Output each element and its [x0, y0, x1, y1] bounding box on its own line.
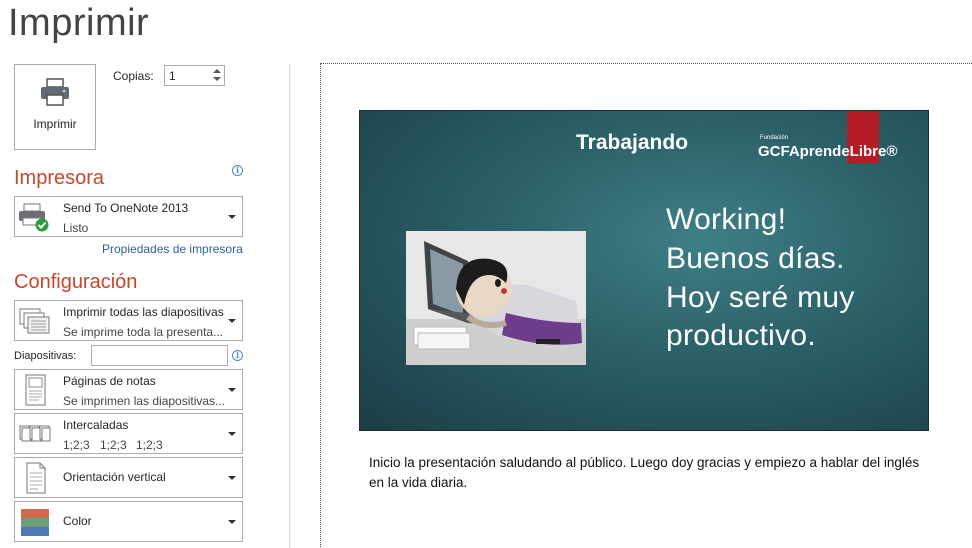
- chevron-down-icon: [228, 432, 236, 436]
- printer-properties-link[interactable]: Propiedades de impresora: [102, 242, 243, 256]
- slide-line-2: Buenos días.: [666, 242, 845, 275]
- slides-stack-icon: [19, 308, 50, 334]
- color-swatch-icon: [21, 509, 49, 536]
- slides-input[interactable]: [91, 345, 228, 366]
- portrait-page-icon: [26, 462, 46, 494]
- layout-title: Páginas de notas: [63, 374, 156, 388]
- copies-spinner[interactable]: [210, 66, 224, 85]
- sleeping-worker-illustration: [406, 231, 586, 365]
- collation-part-3: 1;2;3: [136, 438, 163, 452]
- slide-header-word: Trabajando: [576, 131, 689, 154]
- print-button[interactable]: Imprimir: [14, 64, 96, 150]
- copies-label: Copias:: [113, 69, 154, 83]
- notes-page-icon: [25, 374, 46, 406]
- slide-thumbnail: Trabajando Fundación GCFAprendeLibre® Wo…: [359, 110, 929, 431]
- spin-down-icon[interactable]: [213, 77, 221, 81]
- color-dropdown[interactable]: Color: [14, 501, 243, 542]
- slides-range-dropdown[interactable]: Imprimir todas las diapositivas Se impri…: [14, 300, 243, 341]
- slides-field-label: Diapositivas:: [14, 350, 77, 362]
- brand-name: GCFAprendeLibre®: [758, 143, 898, 160]
- copies-value[interactable]: 1: [169, 69, 176, 83]
- spin-up-icon[interactable]: [213, 69, 221, 73]
- printer-name: Send To OneNote 2013: [63, 201, 189, 215]
- printer-status: Listo: [63, 221, 89, 235]
- collation-part-2: 1;2;3: [100, 438, 127, 452]
- chevron-down-icon: [228, 215, 236, 219]
- settings-heading: Configuración: [14, 271, 138, 293]
- slides-range-title: Imprimir todas las diapositivas: [63, 305, 224, 319]
- color-title: Color: [63, 514, 92, 528]
- info-icon[interactable]: i: [232, 350, 243, 361]
- collation-part-1: 1;2;3: [63, 438, 90, 452]
- printer-dropdown[interactable]: Send To OneNote 2013 Listo: [14, 196, 243, 237]
- chevron-down-icon: [228, 319, 236, 323]
- speaker-notes: Inicio la presentación saludando al públ…: [369, 455, 920, 490]
- print-button-label: Imprimir: [33, 117, 77, 131]
- orientation-dropdown[interactable]: Orientación vertical: [14, 457, 243, 498]
- printer-heading: Impresora: [14, 167, 105, 189]
- slide-line-3: Hoy seré muy: [666, 281, 855, 314]
- collation-dropdown[interactable]: Intercaladas 1;2;3 1;2;3 1;2;3: [14, 413, 243, 454]
- layout-dropdown[interactable]: Páginas de notas Se imprimen las diaposi…: [14, 369, 243, 410]
- slides-range-subtitle: Se imprime toda la presenta...: [63, 325, 224, 339]
- collation-title: Intercaladas: [63, 418, 129, 432]
- chevron-down-icon: [228, 520, 236, 524]
- page-title: Imprimir: [8, 2, 150, 44]
- chevron-down-icon: [228, 476, 236, 480]
- printer-icon: [41, 78, 69, 106]
- info-icon[interactable]: i: [232, 165, 243, 176]
- printer-ready-icon: [19, 203, 49, 232]
- orientation-title: Orientación vertical: [63, 470, 166, 484]
- collated-icon: [19, 425, 51, 442]
- slide-line-4: productivo.: [666, 319, 817, 352]
- panel-divider: [289, 64, 290, 548]
- slide-line-1: Working!: [666, 203, 787, 236]
- layout-subtitle: Se imprimen las diapositivas...: [63, 394, 226, 408]
- copies-stepper[interactable]: 1: [164, 65, 225, 86]
- brand-prefix: Fundación: [760, 135, 789, 141]
- chevron-down-icon: [228, 388, 236, 392]
